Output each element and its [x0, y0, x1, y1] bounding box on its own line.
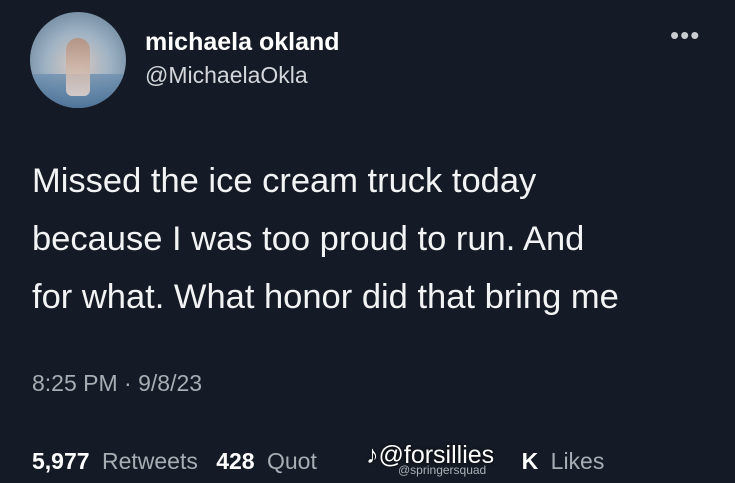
tweet-timestamp[interactable]: 8:25 PM · 9/8/23	[32, 370, 202, 397]
likes-stat[interactable]: K Likes	[522, 448, 611, 474]
tweet-stats: 5,977 Retweets 428 Quot K Likes	[32, 448, 616, 475]
secondary-watermark: @springersquad	[398, 463, 487, 477]
tweet-time: 8:25 PM	[32, 370, 118, 396]
quotes-label: Quot	[266, 448, 317, 474]
user-handle[interactable]: @MichaelaOkla	[145, 62, 308, 89]
retweets-label: Retweets	[101, 448, 198, 474]
retweets-count: 5,977	[32, 448, 90, 474]
avatar[interactable]	[30, 12, 126, 108]
tweet-date: 9/8/23	[138, 370, 203, 396]
tweet-line: because I was too proud to run. And	[32, 220, 585, 258]
retweets-stat[interactable]: 5,977 Retweets	[32, 448, 204, 474]
more-options-icon[interactable]: •••	[670, 20, 700, 51]
quotes-count: 428	[216, 448, 255, 474]
display-name[interactable]: michaela okland	[145, 28, 340, 57]
timestamp-separator: ·	[124, 370, 132, 396]
tweet-line: for what. What honor did that bring me	[32, 278, 619, 316]
tweet-text: Missed the ice cream truck today because…	[32, 152, 722, 326]
likes-count: K	[521, 448, 539, 474]
likes-label: Likes	[550, 448, 605, 474]
quotes-stat[interactable]: 428 Quot	[216, 448, 323, 474]
tweet-line: Missed the ice cream truck today	[32, 162, 537, 200]
tiktok-icon: ♪	[366, 441, 379, 469]
avatar-figure	[66, 38, 90, 96]
